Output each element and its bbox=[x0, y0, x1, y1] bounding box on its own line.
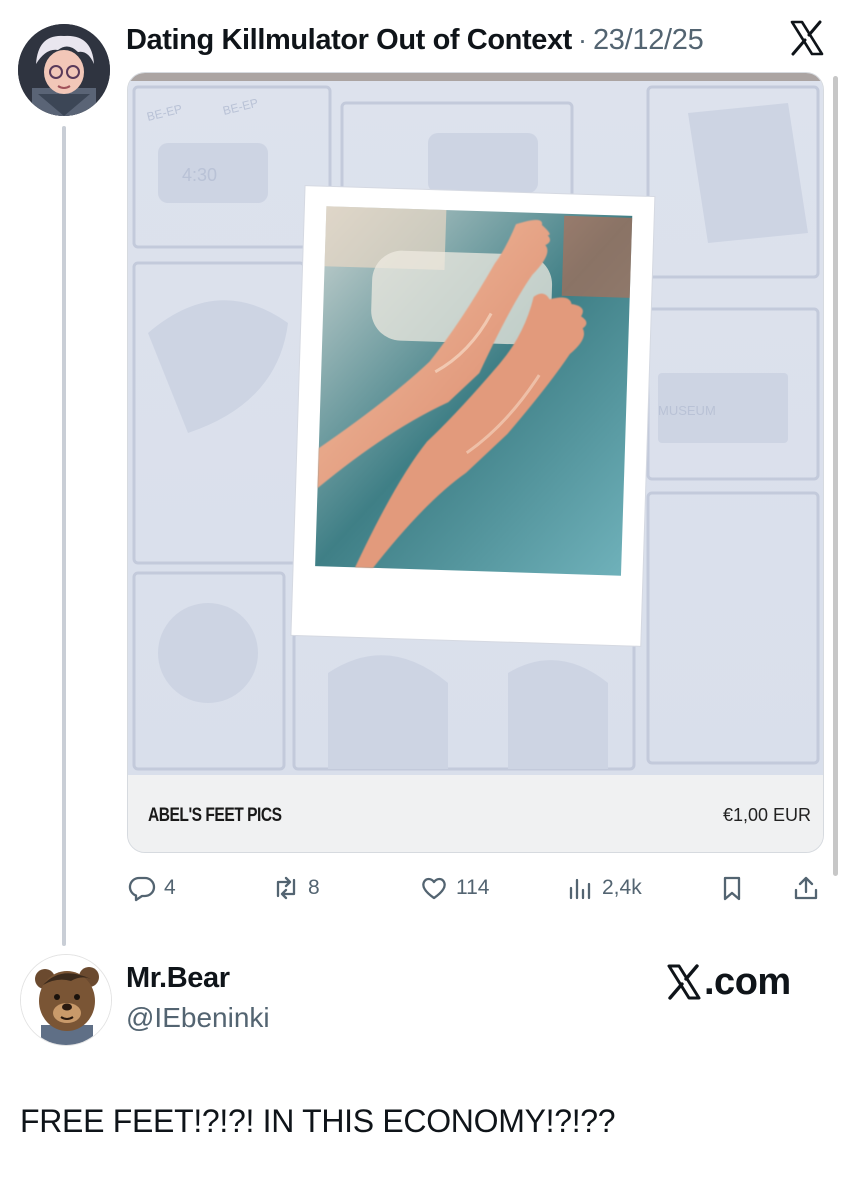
repost-button[interactable]: 8 bbox=[272, 866, 320, 910]
author-name[interactable]: Mr.Bear bbox=[126, 962, 230, 995]
svg-text:MUSEUM: MUSEUM bbox=[658, 403, 716, 418]
card-title[interactable]: ABEL'S FEET PICS bbox=[148, 805, 282, 827]
feet-polaroid-illustration: BE-EP BE-EP 4:30 MUSEUM bbox=[128, 73, 823, 775]
share-button[interactable] bbox=[792, 866, 820, 910]
x-com-text: .com bbox=[704, 960, 791, 1003]
quoted-tweet-date[interactable]: 23/12/25 bbox=[593, 24, 704, 57]
author-handle[interactable]: @IEbeninki bbox=[126, 1002, 270, 1034]
bear-illustration bbox=[21, 955, 111, 1045]
reply-icon bbox=[128, 876, 156, 902]
views-count: 2,4k bbox=[602, 876, 642, 899]
tweet-text: FREE FEET!?!?! IN THIS ECONOMY!?!?? bbox=[20, 1103, 616, 1139]
x-logo-icon bbox=[667, 964, 701, 1000]
repost-icon bbox=[276, 876, 296, 900]
avatar-illustration bbox=[18, 24, 110, 116]
header-separator: · bbox=[577, 24, 587, 55]
scrollbar[interactable] bbox=[833, 76, 838, 876]
x-logo-icon bbox=[789, 18, 825, 58]
x-com-watermark: .com bbox=[666, 958, 791, 1006]
like-button[interactable]: 114 bbox=[420, 866, 489, 910]
card-price: €1,00 EUR bbox=[722, 805, 811, 825]
card-footer: ABEL'S FEET PICS €1,00 EUR bbox=[128, 775, 823, 852]
card-image: BE-EP BE-EP 4:30 MUSEUM bbox=[128, 73, 823, 775]
thread-line bbox=[62, 126, 66, 946]
like-count: 114 bbox=[456, 876, 490, 899]
reply-count: 4 bbox=[164, 876, 176, 899]
svg-text:4:30: 4:30 bbox=[182, 165, 217, 185]
reply-button[interactable]: 4 bbox=[128, 866, 176, 910]
share-icon bbox=[794, 876, 818, 900]
quoted-author-avatar[interactable] bbox=[18, 24, 110, 116]
bear-avatar[interactable] bbox=[20, 954, 112, 1046]
repost-count: 8 bbox=[308, 876, 320, 899]
views-button[interactable]: 2,4k bbox=[566, 866, 642, 910]
quoted-tweet-header: Dating Killmulator Out of Context · 23/1… bbox=[126, 20, 704, 60]
action-bar: 4 8 114 2,4k bbox=[0, 866, 844, 910]
link-card[interactable]: BE-EP BE-EP 4:30 MUSEUM ABEL'S FEET PICS bbox=[127, 72, 824, 853]
views-chart-icon bbox=[569, 878, 591, 900]
heart-icon bbox=[422, 877, 446, 900]
quoted-author-name[interactable]: Dating Killmulator Out of Context bbox=[126, 24, 572, 57]
bookmark-button[interactable] bbox=[718, 866, 746, 910]
bookmark-icon bbox=[723, 876, 741, 901]
